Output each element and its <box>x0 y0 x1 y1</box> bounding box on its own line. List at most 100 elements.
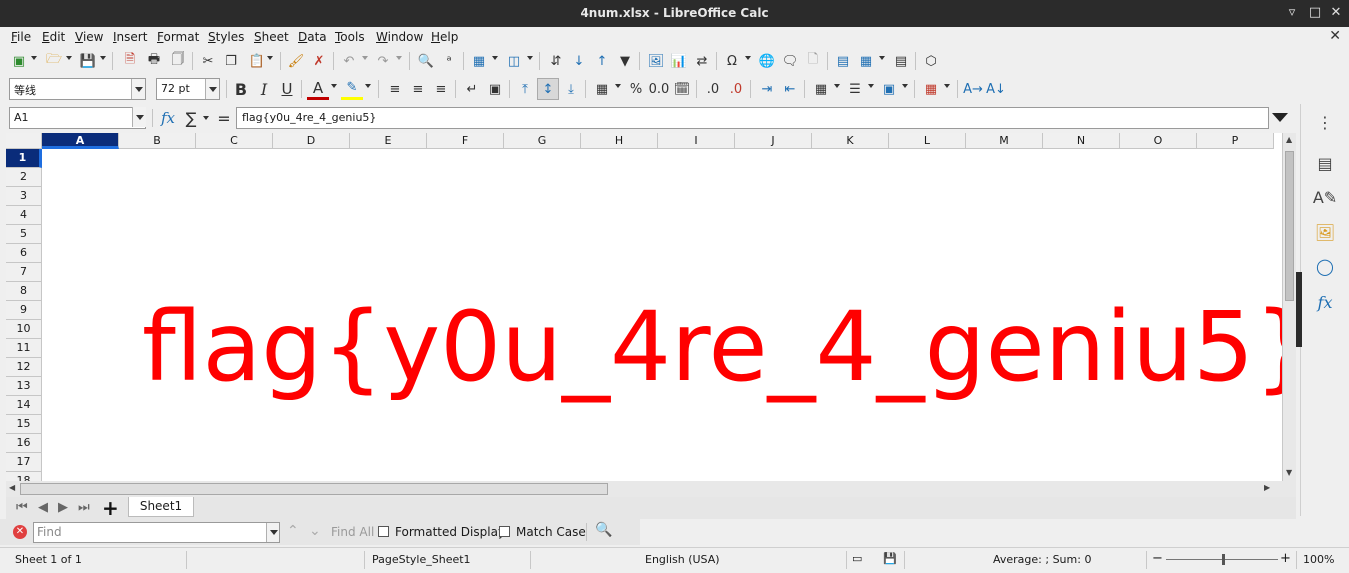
font-color-dropdown-icon[interactable] <box>331 84 337 88</box>
column-header-l[interactable]: L <box>889 133 966 149</box>
row-header-5[interactable]: 5 <box>6 225 42 244</box>
horizontal-scrollbar[interactable]: ◀ ▶ <box>6 481 1296 497</box>
new-dropdown-icon[interactable] <box>31 56 37 60</box>
delete-decimal-icon[interactable]: .0 <box>725 78 747 100</box>
scroll-right-icon[interactable]: ▶ <box>1264 483 1270 492</box>
freeze-rows-columns-icon[interactable]: ▦ <box>855 50 877 72</box>
previous-sheet-icon[interactable]: ◀ <box>38 500 48 515</box>
sort-icon[interactable]: ⇵ <box>545 50 567 72</box>
column-header-g[interactable]: G <box>504 133 581 149</box>
row-header-16[interactable]: 16 <box>6 434 42 453</box>
center-vertically-icon[interactable]: ↕ <box>537 78 559 100</box>
sort-descending-icon[interactable]: ↑ <box>591 50 613 72</box>
menu-tools[interactable]: Tools <box>335 30 365 44</box>
define-print-area-icon[interactable]: ▤ <box>832 50 854 72</box>
spelling-icon[interactable]: ᵃ <box>438 50 460 72</box>
open-dropdown-icon[interactable] <box>66 56 72 60</box>
find-replace-icon[interactable]: 🔍 <box>595 522 612 538</box>
align-top-icon[interactable]: ⤒ <box>514 78 536 100</box>
row-header-14[interactable]: 14 <box>6 396 42 415</box>
first-sheet-icon[interactable]: ⏮ <box>16 500 28 515</box>
font-name-combobox[interactable]: 等线 <box>9 78 146 100</box>
undo-dropdown-icon[interactable] <box>362 56 368 60</box>
comment-icon[interactable]: 🗨 <box>779 50 801 72</box>
language-status[interactable]: English (USA) <box>645 553 720 566</box>
menu-data[interactable]: Data <box>298 30 327 44</box>
document-modified-icon[interactable]: 💾 <box>883 552 897 565</box>
pivot-table-icon[interactable]: ⇄ <box>691 50 713 72</box>
font-color-icon[interactable]: A <box>307 78 329 100</box>
vertical-scroll-thumb[interactable] <box>1285 151 1294 301</box>
image-icon[interactable]: 🖼 <box>645 50 667 72</box>
align-bottom-icon[interactable]: ⤓ <box>560 78 582 100</box>
menu-help[interactable]: Help <box>431 30 458 44</box>
chevron-down-icon[interactable] <box>205 79 219 99</box>
split-window-icon[interactable]: ▤ <box>890 50 912 72</box>
export-pdf-icon[interactable]: 🗎 <box>119 50 141 72</box>
formula-equals-icon[interactable]: = <box>213 107 235 129</box>
paste-icon[interactable]: 📋 <box>246 50 268 72</box>
highlight-color-icon[interactable]: ✎ <box>341 78 363 100</box>
date-format-icon[interactable]: 🗓 <box>671 78 693 100</box>
row-header-12[interactable]: 12 <box>6 358 42 377</box>
save-dropdown-icon[interactable] <box>100 56 106 60</box>
vertical-scrollbar[interactable]: ▲ ▼ <box>1282 133 1296 481</box>
spreadsheet-grid[interactable]: A B C D E F G H I J K L M N O P 1 2 3 4 … <box>6 133 1296 481</box>
name-box[interactable]: A1 <box>9 107 146 129</box>
add-sheet-icon[interactable]: + <box>102 496 119 520</box>
align-center-icon[interactable]: ≡ <box>407 78 429 100</box>
select-all-corner[interactable] <box>6 133 42 149</box>
menu-format[interactable]: Format <box>157 30 199 44</box>
border-style-dropdown-icon[interactable] <box>868 84 874 88</box>
print-icon[interactable]: 🖶 <box>143 50 165 72</box>
wrap-text-icon[interactable]: ↵ <box>461 78 483 100</box>
minimize-icon[interactable]: ▿ <box>1283 4 1301 22</box>
add-decimal-icon[interactable]: .0 <box>702 78 724 100</box>
bold-icon[interactable]: B <box>230 78 252 100</box>
row-header-4[interactable]: 4 <box>6 206 42 225</box>
special-character-icon[interactable]: Ω <box>721 50 743 72</box>
underline-icon[interactable]: U <box>276 78 298 100</box>
formatted-display-checkbox[interactable] <box>378 526 389 537</box>
headers-footers-icon[interactable]: 🗋 <box>802 50 824 72</box>
borders-icon[interactable]: ▦ <box>810 78 832 100</box>
column-header-m[interactable]: M <box>966 133 1043 149</box>
cell-area[interactable]: flag{y0u_4re_4_geniu5} <box>42 149 1296 481</box>
conditional-dropdown-icon[interactable] <box>944 84 950 88</box>
menu-edit[interactable]: Edit <box>42 30 65 44</box>
navigator-icon[interactable]: ◯ <box>1313 254 1337 278</box>
formula-input[interactable]: flag{y0u_4re_4_geniu5} <box>236 107 1269 129</box>
next-sheet-icon[interactable]: ▶ <box>58 500 68 515</box>
row-header-1[interactable]: 1 <box>6 149 42 168</box>
conditional-format-icon[interactable]: ▦ <box>920 78 942 100</box>
column-icon[interactable]: ◫ <box>503 50 525 72</box>
column-header-f[interactable]: F <box>427 133 504 149</box>
save-icon[interactable]: 💾 <box>77 50 99 72</box>
chevron-down-icon[interactable] <box>132 107 146 127</box>
clone-formatting-icon[interactable]: 🖌 <box>285 50 307 72</box>
row-dropdown-icon[interactable] <box>492 56 498 60</box>
merge-cells-icon[interactable]: ▣ <box>484 78 506 100</box>
row-header-2[interactable]: 2 <box>6 168 42 187</box>
currency-format-icon[interactable]: ▦ <box>591 78 613 100</box>
row-header-8[interactable]: 8 <box>6 282 42 301</box>
function-wizard-icon[interactable]: fx <box>157 107 179 129</box>
page-style[interactable]: PageStyle_Sheet1 <box>372 553 471 566</box>
undo-icon[interactable]: ↶ <box>338 50 360 72</box>
column-header-o[interactable]: O <box>1120 133 1197 149</box>
print-preview-icon[interactable]: 🗍 <box>167 50 189 72</box>
horizontal-scroll-thumb[interactable] <box>20 483 608 495</box>
currency-dropdown-icon[interactable] <box>615 84 621 88</box>
sheet-tab-sheet1[interactable]: Sheet1 <box>128 497 194 517</box>
find-all-button[interactable]: Find All <box>331 525 374 539</box>
find-replace-icon[interactable]: 🔍 <box>415 50 437 72</box>
column-header-j[interactable]: J <box>735 133 812 149</box>
border-color-dropdown-icon[interactable] <box>902 84 908 88</box>
maximize-icon[interactable]: □ <box>1306 4 1324 22</box>
column-header-c[interactable]: C <box>196 133 273 149</box>
chart-icon[interactable]: 📊 <box>668 50 690 72</box>
column-header-k[interactable]: K <box>812 133 889 149</box>
align-left-icon[interactable]: ≡ <box>384 78 406 100</box>
text-direction-ltr-icon[interactable]: A→ <box>962 78 984 100</box>
clear-formatting-icon[interactable]: ✗ <box>308 50 330 72</box>
